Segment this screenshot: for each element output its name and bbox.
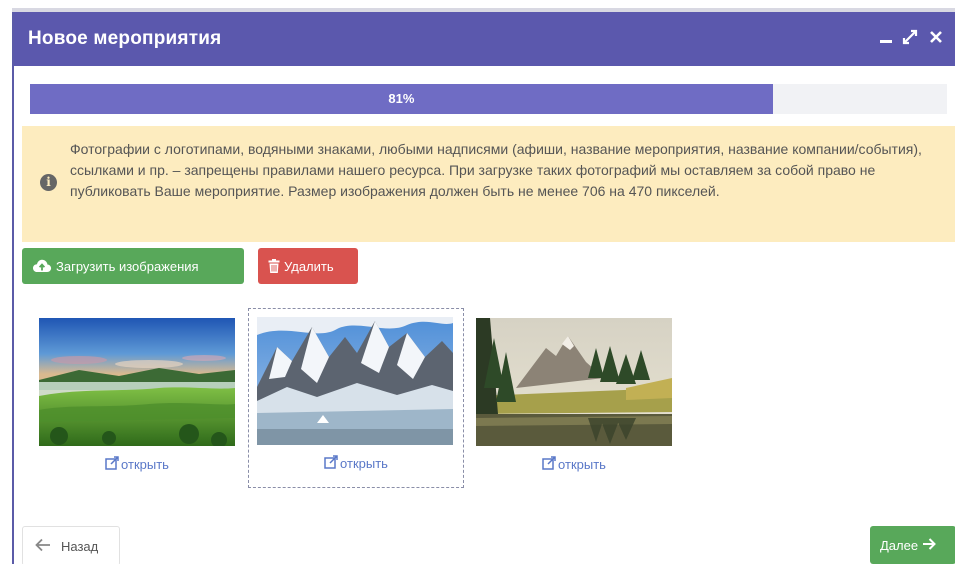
open-link[interactable]: открыть	[249, 455, 463, 472]
delete-button[interactable]: Удалить	[258, 248, 358, 284]
next-button-label: Далее	[880, 537, 919, 553]
modal-titlebar: Новое мероприятия	[14, 12, 955, 66]
gallery-item-selected[interactable]: открыть	[248, 308, 464, 488]
arrow-right-icon	[922, 537, 937, 553]
delete-button-label: Удалить	[284, 258, 334, 274]
back-button[interactable]: Назад	[22, 526, 120, 564]
back-button-label: Назад	[61, 538, 99, 554]
external-link-icon	[105, 456, 119, 473]
progress-label: 81%	[388, 91, 415, 106]
gallery-image-mountains[interactable]	[257, 317, 453, 445]
external-link-icon	[324, 455, 338, 472]
minimize-icon[interactable]	[876, 26, 896, 48]
open-link[interactable]: открыть	[467, 456, 681, 473]
next-button[interactable]: Далее	[870, 526, 955, 564]
close-icon[interactable]	[926, 26, 946, 48]
arrow-left-icon	[35, 538, 51, 555]
open-link[interactable]: открыть	[30, 456, 244, 473]
modal-title: Новое мероприятия	[28, 28, 222, 49]
gallery-image-lake[interactable]	[476, 318, 672, 446]
info-icon: i	[40, 174, 57, 191]
maximize-icon[interactable]	[900, 26, 920, 48]
open-link-label: открыть	[558, 457, 606, 472]
gallery-image-valley[interactable]	[39, 318, 235, 446]
gallery-item[interactable]: открыть	[467, 310, 681, 490]
upload-images-button[interactable]: Загрузить изображения	[22, 248, 244, 284]
trash-icon	[268, 259, 280, 273]
external-link-icon	[542, 456, 556, 473]
gallery-item[interactable]: открыть	[30, 310, 244, 490]
alert-text: Фотографии с логотипами, водяными знакам…	[70, 141, 922, 199]
warning-alert: i Фотографии с логотипами, водяными знак…	[22, 126, 955, 242]
open-link-label: открыть	[121, 457, 169, 472]
progress-bar: 81%	[30, 84, 947, 114]
open-link-label: открыть	[340, 456, 388, 471]
modal-window: Новое мероприятия 81% i Фотографии с лог…	[12, 12, 955, 564]
upload-button-label: Загрузить изображения	[56, 258, 199, 274]
cloud-upload-icon	[32, 258, 52, 274]
